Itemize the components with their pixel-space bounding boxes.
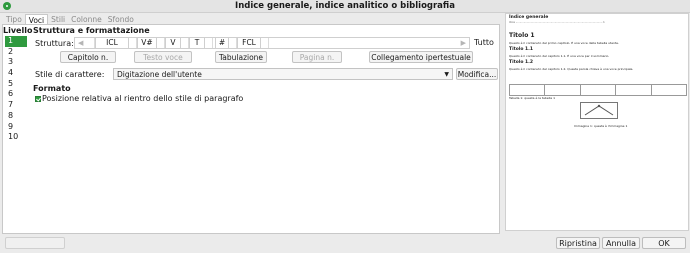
preview-image-caption: Immagine 1: questa è l'immagine 1 — [574, 124, 628, 128]
structure-gap[interactable] — [157, 38, 165, 48]
scroll-right-icon[interactable]: ▶ — [461, 38, 466, 49]
token-chapter-number[interactable]: V# — [137, 38, 157, 48]
tab-stop-button[interactable]: Tabulazione — [215, 51, 267, 63]
format-header: Formato — [33, 84, 71, 93]
structure-gap[interactable] — [181, 38, 189, 48]
preview-heading-12-text: Questo è il contenuto del capitolo 1.2. … — [509, 67, 634, 71]
preview-table — [509, 84, 687, 96]
preview-table-cell — [616, 85, 652, 95]
preview-table-caption: Tabella 1: questa è la tabella 1 — [509, 96, 555, 100]
structure-gap[interactable] — [205, 38, 213, 48]
preview-heading-1: Titolo 1 — [509, 32, 535, 39]
page-number-button[interactable]: Pagina n. — [292, 51, 342, 63]
preview-heading-11: Titolo 1.1 — [509, 47, 534, 52]
token-icl[interactable]: ICL — [95, 38, 129, 48]
reset-button[interactable]: Ripristina — [556, 237, 600, 249]
level-item-1[interactable]: 1 — [5, 36, 27, 47]
preview-image-icon — [584, 104, 614, 116]
hyperlink-button[interactable]: Collegamento ipertestuale — [369, 51, 473, 63]
character-style-label: Stile di carattere: — [35, 70, 105, 79]
level-item-5[interactable]: 5 — [5, 79, 27, 90]
level-item-4[interactable]: 4 — [5, 68, 27, 79]
cancel-button[interactable]: Annulla — [602, 237, 640, 249]
chapter-number-button[interactable]: Capitolo n. — [60, 51, 116, 63]
token-fcl[interactable]: FCL — [237, 38, 261, 48]
entry-text-button[interactable]: Testo voce — [134, 51, 192, 63]
structure-gap[interactable] — [229, 38, 237, 48]
preview-table-cell — [652, 85, 686, 95]
scroll-left-icon[interactable]: ◀ — [78, 38, 83, 49]
character-style-value: Digitazione dell'utente — [117, 70, 202, 79]
level-item-8[interactable]: 8 — [5, 111, 27, 122]
preview-table-cell — [510, 85, 546, 95]
structure-header: Struttura e formattazione — [33, 26, 150, 35]
level-item-7[interactable]: 7 — [5, 100, 27, 111]
level-item-9[interactable]: 9 — [5, 122, 27, 133]
character-style-select[interactable]: Digitazione dell'utente ▼ — [113, 68, 453, 80]
token-tab[interactable]: T — [189, 38, 205, 48]
preview-heading-12: Titolo 1.2 — [509, 60, 534, 65]
preview-heading-11-text: Questo è il contenuto del capitolo 1.1. … — [509, 54, 610, 58]
level-item-6[interactable]: 6 — [5, 89, 27, 100]
checkbox-checked-icon[interactable] — [35, 96, 41, 102]
structure-label: Struttura: — [35, 39, 74, 48]
all-levels-button[interactable]: Tutto — [474, 37, 494, 49]
chevron-down-icon: ▼ — [444, 71, 449, 78]
structure-editor[interactable]: ◀ ICL V# V T # FCL ▶ — [74, 37, 470, 49]
relative-indent-label[interactable]: Posizione relativa al rientro dello stil… — [42, 94, 243, 103]
level-list[interactable]: 1 2 3 4 5 6 7 8 9 10 — [5, 36, 27, 143]
help-button[interactable] — [5, 237, 65, 249]
window-title: Indice generale, indice analitico o bibl… — [235, 1, 455, 11]
level-item-10[interactable]: 10 — [5, 132, 27, 143]
preview-pane: Indice generale Voce ...................… — [505, 13, 689, 231]
ok-button[interactable]: OK — [642, 237, 686, 249]
preview-table-cell — [581, 85, 617, 95]
preview-toc-title: Indice generale — [509, 15, 549, 20]
level-header: Livello — [3, 26, 33, 35]
structure-gap[interactable] — [87, 38, 95, 48]
preview-image — [580, 102, 618, 119]
preview-toc-line: Voce ...................................… — [509, 21, 605, 24]
structure-gap[interactable] — [129, 38, 137, 48]
preview-table-cell — [545, 85, 581, 95]
title-bar: Indice generale, indice analitico o bibl… — [0, 0, 690, 13]
preview-heading-1-text: Questo è il contenuto del primo capitolo… — [509, 41, 619, 45]
level-item-3[interactable]: 3 — [5, 57, 27, 68]
structure-gap[interactable] — [261, 38, 269, 48]
level-item-2[interactable]: 2 — [5, 47, 27, 58]
token-entry[interactable]: V — [165, 38, 181, 48]
token-page-number[interactable]: # — [215, 38, 229, 48]
modify-button[interactable]: Modifica... — [456, 68, 498, 80]
